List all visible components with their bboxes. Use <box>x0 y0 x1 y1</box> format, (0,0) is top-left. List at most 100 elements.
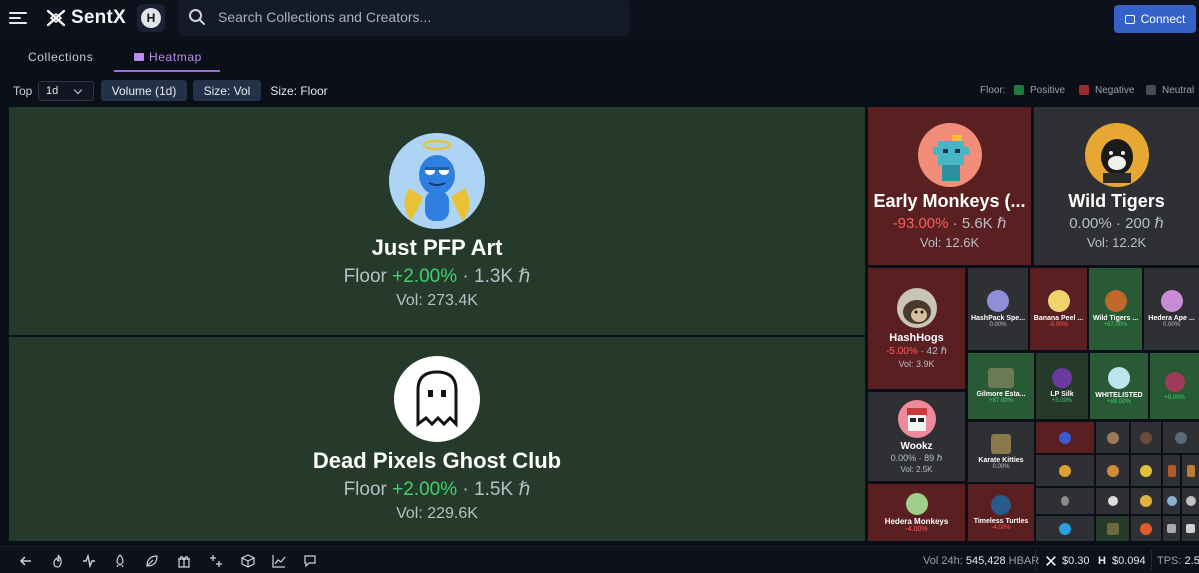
micro-tile[interactable] <box>1096 455 1129 486</box>
floor-price: 5.6K <box>961 214 993 232</box>
tab-collections[interactable]: Collections <box>28 50 93 64</box>
flame-icon[interactable] <box>51 554 65 568</box>
micro-tile[interactable] <box>1163 455 1180 486</box>
micro-avatar <box>1166 496 1177 506</box>
micro-tile[interactable] <box>1163 516 1180 541</box>
legend-title: Floor: <box>980 85 1006 96</box>
micro-tile[interactable] <box>1182 455 1199 486</box>
micro-avatar <box>1185 496 1196 506</box>
micro-tile[interactable] <box>1131 455 1161 486</box>
hedera-ape-avatar <box>1160 290 1183 312</box>
hbar-symbol-icon: H <box>1098 555 1106 567</box>
dead-pixels-volume: Vol: 229.6K <box>396 504 478 522</box>
micro-tile[interactable] <box>1036 455 1094 486</box>
tile-small-positive[interactable]: +9.00% <box>1150 353 1199 419</box>
connect-button[interactable]: Connect <box>1114 5 1196 33</box>
tile-just-pfp-art[interactable]: Just PFP Art Floor +2.00% · 1.3K ℏ Vol: … <box>9 107 865 335</box>
tile-karate-kitties[interactable]: Karate Kitties 0.00% <box>968 422 1034 482</box>
search-input[interactable] <box>218 6 618 28</box>
micro-tile[interactable] <box>1096 488 1129 514</box>
sentx-logo-icon <box>46 9 66 27</box>
tile-hedera-monkeys[interactable]: Hedera Monkeys -4.00% <box>868 484 965 541</box>
size-floor-button[interactable]: Size: Floor <box>266 80 332 101</box>
floor-change: -5.00% <box>886 346 918 357</box>
floor-price: 1.5K <box>474 478 514 500</box>
chart-icon[interactable] <box>272 554 286 568</box>
gilmore-change: +87.00% <box>989 398 1013 404</box>
micro-tile[interactable] <box>1182 488 1199 514</box>
tile-hedera-ape[interactable]: Hedera Ape ... 0.00% <box>1144 268 1199 350</box>
micro-tile[interactable] <box>1036 488 1094 514</box>
just-pfp-art-volume: Vol: 273.4K <box>396 291 478 309</box>
leaf-icon[interactable] <box>145 554 159 568</box>
lp-silk-name: LP Silk <box>1050 391 1074 398</box>
dead-pixels-name: Dead Pixels Ghost Club <box>312 447 562 473</box>
wookz-floor: 0.00% · 89 ℏ <box>890 452 943 463</box>
micro-tile[interactable] <box>1131 516 1161 541</box>
hbar-symbol: ℏ <box>996 214 1007 232</box>
micro-tile[interactable] <box>1131 422 1161 453</box>
logo[interactable]: SentX <box>45 6 126 30</box>
rocket-icon[interactable] <box>113 554 127 568</box>
heatmap-icon <box>134 53 144 61</box>
floor-prefix: Floor <box>343 478 387 500</box>
back-arrow-icon[interactable] <box>19 554 33 568</box>
lp-silk-change: +3.00% <box>1051 398 1073 404</box>
tile-hashhogs[interactable]: HashHogs -5.00% · 42 ℏ Vol: 3.9K <box>868 268 965 389</box>
hedgehog-icon <box>902 300 931 324</box>
tile-timeless-turtles[interactable]: Timeless Turtles -4.00% <box>968 484 1034 541</box>
tab-heatmap-label: Heatmap <box>149 50 202 64</box>
dead-pixels-avatar <box>394 355 480 442</box>
tab-heatmap[interactable]: Heatmap <box>134 50 202 64</box>
micro-avatar <box>1106 522 1119 535</box>
tile-banana-peel[interactable]: Banana Peel ... -5.00% <box>1030 268 1087 350</box>
tile-wookz[interactable]: Wookz 0.00% · 89 ℏ Vol: 2.5K <box>868 392 965 481</box>
legend-positive-swatch <box>1014 85 1024 95</box>
whitelisted-avatar <box>1108 367 1130 389</box>
size-vol-button[interactable]: Size: Vol <box>193 80 261 101</box>
legend-negative-swatch <box>1079 85 1089 95</box>
just-pfp-art-name: Just PFP Art <box>371 234 503 260</box>
tile-wild-tigers[interactable]: Wild Tigers 0.00% · 200 ℏ Vol: 12.2K <box>1034 107 1199 265</box>
micro-tile[interactable] <box>1096 422 1129 453</box>
micro-tile[interactable] <box>1163 488 1180 514</box>
small-positive-avatar <box>1164 371 1185 392</box>
micro-avatar <box>1140 431 1152 444</box>
tile-gilmore-estates[interactable]: Gilmore Esta... +87.00% <box>968 353 1034 419</box>
divider <box>1151 550 1152 570</box>
tile-hashpack[interactable]: HashPack Spe... 0.00% <box>968 268 1028 350</box>
micro-avatar <box>1140 522 1152 535</box>
tile-early-monkeys[interactable]: Early Monkeys (... -93.00% · 5.6K ℏ Vol:… <box>868 107 1031 265</box>
chat-icon[interactable] <box>303 554 317 568</box>
gift-icon[interactable] <box>177 554 191 568</box>
micro-avatar <box>1059 431 1071 444</box>
hbar-symbol: ℏ <box>936 452 943 463</box>
volume-button[interactable]: Volume (1d) <box>101 80 187 101</box>
micro-tile[interactable] <box>1131 488 1161 514</box>
whitelisted-name: WHITELISTED <box>1095 392 1143 399</box>
floor-price: 89 <box>924 452 935 463</box>
micro-tile[interactable] <box>1036 516 1094 541</box>
period-select[interactable]: 1d <box>38 81 94 101</box>
legend-neutral-label: Neutral <box>1162 85 1195 96</box>
micro-tile[interactable] <box>1163 422 1199 453</box>
menu-icon[interactable] <box>9 11 27 25</box>
micro-tile[interactable] <box>1096 516 1129 541</box>
cube-icon[interactable] <box>241 554 255 568</box>
tile-lp-silk[interactable]: LP Silk +3.00% <box>1036 353 1088 419</box>
micro-avatar <box>1186 524 1195 533</box>
wild-tigers-avatar <box>1084 122 1149 187</box>
karate-kitties-avatar <box>991 434 1011 454</box>
tile-wild-tigers-small[interactable]: Wild Tigers ... +67.00% <box>1089 268 1142 350</box>
karate-kitties-name: Karate Kitties <box>978 457 1024 464</box>
tile-whitelisted[interactable]: WHITELISTED +88.00% <box>1090 353 1148 419</box>
micro-tile[interactable] <box>1182 516 1199 541</box>
tiger-icon <box>1100 138 1133 183</box>
micro-tile[interactable] <box>1036 422 1094 453</box>
sentx-price-value: $0.30 <box>1062 555 1090 567</box>
wild-tigers-small-change: +67.00% <box>1103 322 1128 328</box>
activity-icon[interactable] <box>82 554 96 568</box>
tile-dead-pixels-ghost-club[interactable]: Dead Pixels Ghost Club Floor +2.00% · 1.… <box>9 337 865 541</box>
sparkles-icon[interactable] <box>209 554 223 568</box>
hbar-network-button[interactable]: H <box>137 4 165 32</box>
